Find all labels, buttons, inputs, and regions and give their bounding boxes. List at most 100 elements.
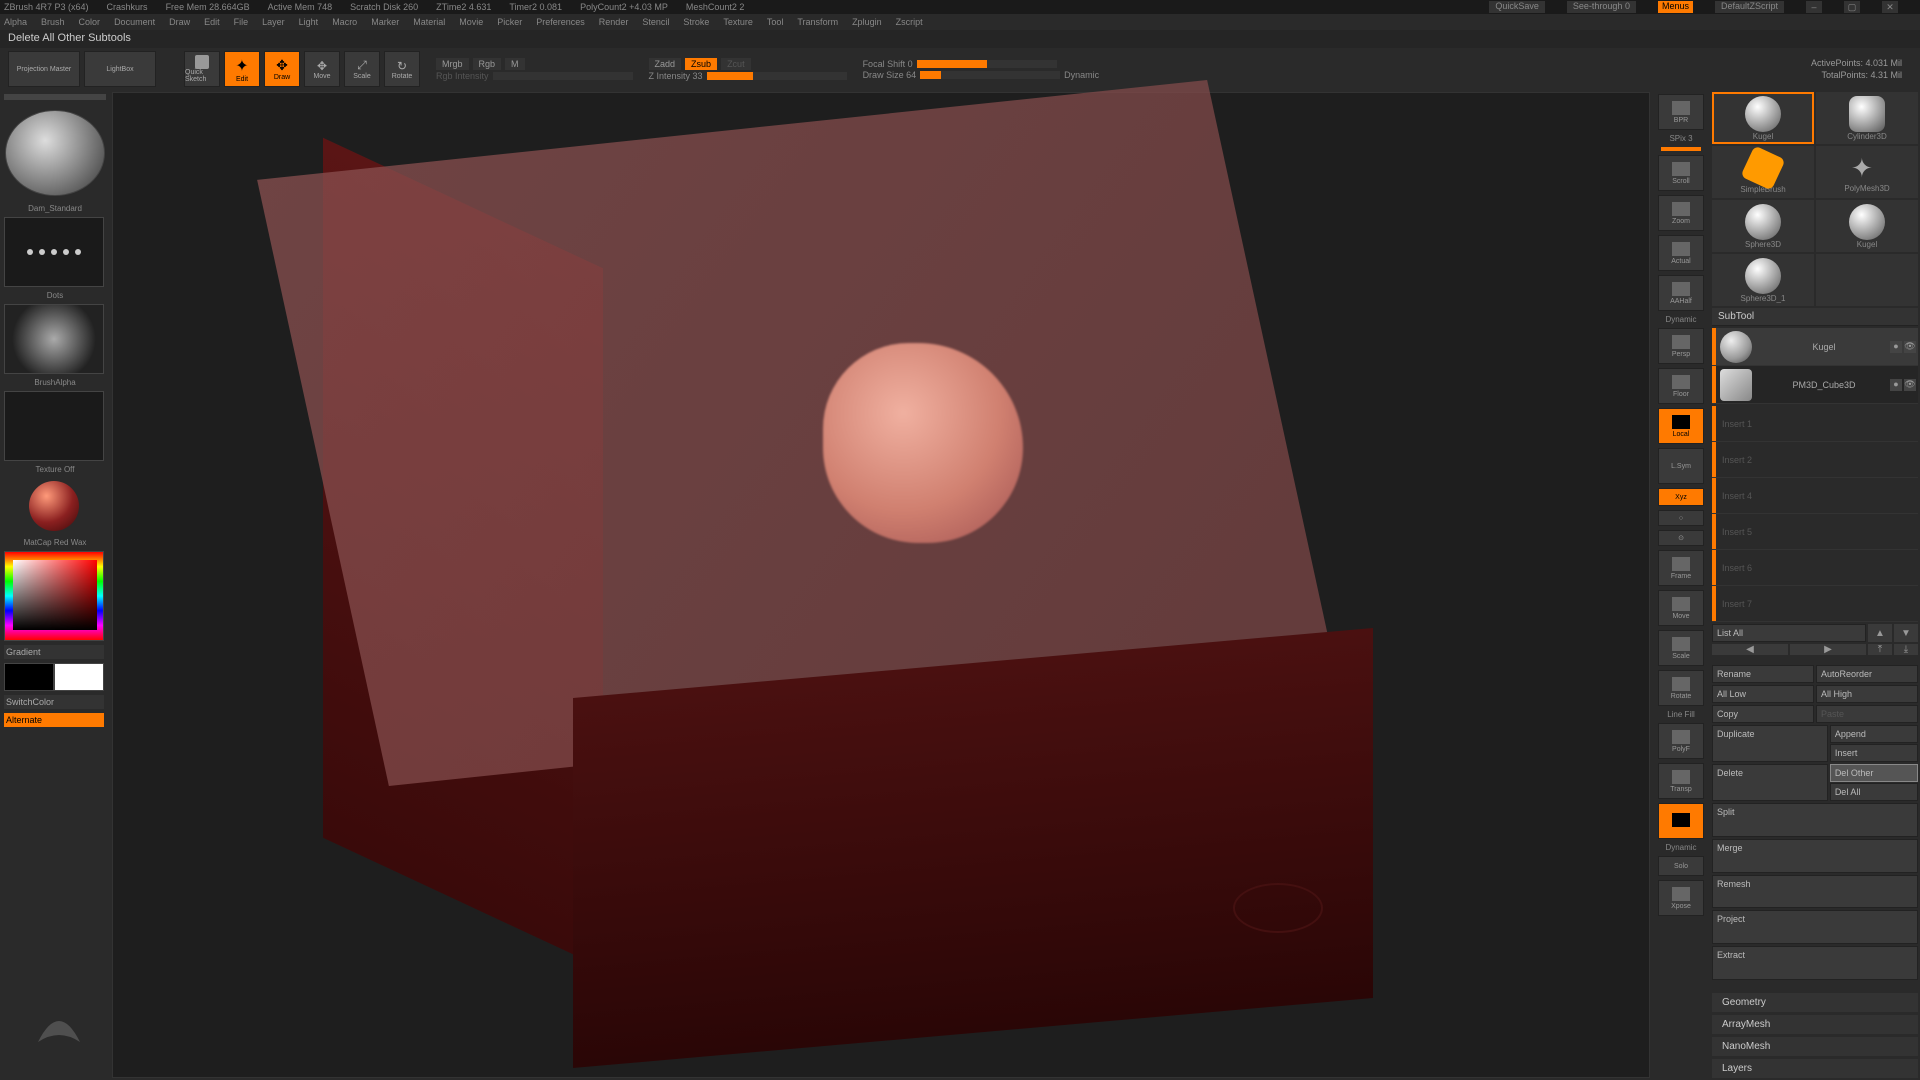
subtool-slot[interactable]: Insert 1	[1712, 406, 1918, 442]
quicksketch-button[interactable]: Quick Sketch	[184, 51, 220, 87]
actual-button[interactable]: Actual	[1658, 235, 1704, 271]
transp-button[interactable]: Transp	[1658, 763, 1704, 799]
scroll-button[interactable]: Scroll	[1658, 155, 1704, 191]
movehand-button[interactable]: Move	[1658, 590, 1704, 626]
rename-button[interactable]: Rename	[1712, 665, 1814, 683]
delother-button[interactable]: Del Other	[1830, 764, 1918, 782]
menu-transform[interactable]: Transform	[797, 17, 838, 27]
menu-zscript[interactable]: Zscript	[896, 17, 923, 27]
allhigh-button[interactable]: All High	[1816, 685, 1918, 703]
menu-movie[interactable]: Movie	[459, 17, 483, 27]
subtool-slot[interactable]: Insert 7	[1712, 586, 1918, 622]
nanomesh-section[interactable]: NanoMesh	[1712, 1037, 1918, 1056]
alpha-preview[interactable]	[4, 304, 104, 374]
window-min-icon[interactable]: –	[1806, 1, 1822, 13]
duplicate-button[interactable]: Duplicate	[1712, 725, 1828, 762]
window-close-icon[interactable]: ✕	[1882, 1, 1898, 13]
brush-preview[interactable]	[5, 110, 105, 196]
draw-button[interactable]: ✥Draw	[264, 51, 300, 87]
lightbox-button[interactable]: LightBox	[84, 51, 156, 87]
solo-button[interactable]: Solo	[1658, 856, 1704, 876]
seethrough-slider[interactable]: See-through 0	[1567, 1, 1636, 13]
mrgb-toggle[interactable]: Mrgb	[436, 58, 469, 70]
lsym-button[interactable]: L.Sym	[1658, 448, 1704, 484]
split-button[interactable]: Split	[1712, 803, 1918, 837]
subtool-item-kugel[interactable]: Kugel ●👁	[1712, 328, 1918, 366]
eye-icon[interactable]: 👁	[1904, 379, 1916, 391]
tool-kugel[interactable]: Kugel	[1712, 92, 1814, 144]
delete-button[interactable]: Delete	[1712, 764, 1828, 801]
texture-preview[interactable]	[4, 391, 104, 461]
tool-sphere3d-1[interactable]: Sphere3D_1	[1712, 254, 1814, 306]
floor-button[interactable]: Floor	[1658, 368, 1704, 404]
window-max-icon[interactable]: ▢	[1844, 1, 1860, 13]
rgb-intensity-slider[interactable]	[493, 72, 633, 80]
merge-button[interactable]: Merge	[1712, 839, 1918, 873]
moveup-button[interactable]: ▲	[1868, 624, 1892, 642]
tool-polymesh[interactable]: ✦PolyMesh3D	[1816, 146, 1918, 198]
nav-prev[interactable]: ◀	[1712, 644, 1788, 655]
menus-toggle[interactable]: Menus	[1658, 1, 1693, 13]
listall-button[interactable]: List All	[1712, 624, 1866, 642]
rotate2-button[interactable]: Rotate	[1658, 670, 1704, 706]
remesh-button[interactable]: Remesh	[1712, 875, 1918, 909]
xpose-button[interactable]: Xpose	[1658, 880, 1704, 916]
menu-zplugin[interactable]: Zplugin	[852, 17, 882, 27]
viewport[interactable]	[112, 92, 1650, 1078]
tool-kugel2[interactable]: Kugel	[1816, 200, 1918, 252]
append-button[interactable]: Append	[1830, 725, 1918, 743]
zsub-toggle[interactable]: Zsub	[685, 58, 717, 70]
menu-stroke[interactable]: Stroke	[683, 17, 709, 27]
polyf-button[interactable]: PolyF	[1658, 723, 1704, 759]
zoom-button[interactable]: Zoom	[1658, 195, 1704, 231]
frame-button[interactable]: Frame	[1658, 550, 1704, 586]
tool-cylinder[interactable]: Cylinder3D	[1816, 92, 1918, 144]
projection-master-button[interactable]: Projection Master	[8, 51, 80, 87]
primary-color-swatch[interactable]	[54, 663, 104, 691]
secondary-color-swatch[interactable]	[4, 663, 54, 691]
draw-size-slider[interactable]	[920, 71, 1060, 79]
persp-button[interactable]: Persp	[1658, 328, 1704, 364]
stroke-preview[interactable]	[4, 217, 104, 287]
subtool-slot[interactable]: Insert 4	[1712, 478, 1918, 514]
movetop-button[interactable]: ⤒	[1868, 644, 1892, 655]
move-button[interactable]: ✥Move	[304, 51, 340, 87]
menu-picker[interactable]: Picker	[497, 17, 522, 27]
gradient-toggle[interactable]: Gradient	[4, 645, 104, 659]
layers-section[interactable]: Layers	[1712, 1059, 1918, 1078]
dynamic-label[interactable]: Dynamic	[1064, 70, 1100, 80]
nav-next[interactable]: ▶	[1790, 644, 1866, 655]
menu-render[interactable]: Render	[599, 17, 629, 27]
subtool-slot[interactable]: Insert 2	[1712, 442, 1918, 478]
menu-layer[interactable]: Layer	[262, 17, 285, 27]
alllow-button[interactable]: All Low	[1712, 685, 1814, 703]
subtool-slot[interactable]: Insert 5	[1712, 514, 1918, 550]
rotate-button[interactable]: ↻Rotate	[384, 51, 420, 87]
aahalf-button[interactable]: AAHalf	[1658, 275, 1704, 311]
menu-texture[interactable]: Texture	[723, 17, 753, 27]
spix-slider[interactable]: SPix 3	[1669, 134, 1692, 143]
menu-stencil[interactable]: Stencil	[642, 17, 669, 27]
menu-brush[interactable]: Brush	[41, 17, 65, 27]
menu-alpha[interactable]: Alpha	[4, 17, 27, 27]
bpr-button[interactable]: BPR	[1658, 94, 1704, 130]
subtool-header[interactable]: SubTool	[1712, 308, 1918, 326]
tool-simplebrush[interactable]: SimpleBrush	[1712, 146, 1814, 198]
z-intensity-slider[interactable]	[707, 72, 847, 80]
menu-document[interactable]: Document	[114, 17, 155, 27]
edit-button[interactable]: ✦Edit	[224, 51, 260, 87]
arraymesh-section[interactable]: ArrayMesh	[1712, 1015, 1918, 1034]
menu-draw[interactable]: Draw	[169, 17, 190, 27]
material-preview[interactable]	[4, 478, 104, 534]
movedown-button[interactable]: ▼	[1894, 624, 1918, 642]
menu-color[interactable]: Color	[79, 17, 101, 27]
alternate-button[interactable]: Alternate	[4, 713, 104, 727]
eye-icon[interactable]: 👁	[1904, 341, 1916, 353]
paint-icon[interactable]: ●	[1890, 379, 1902, 391]
pivot-button[interactable]: ○	[1658, 510, 1704, 526]
movebottom-button[interactable]: ⤓	[1894, 644, 1918, 655]
menu-tool[interactable]: Tool	[767, 17, 784, 27]
menu-edit[interactable]: Edit	[204, 17, 220, 27]
switchcolor-button[interactable]: SwitchColor	[4, 695, 104, 709]
menu-light[interactable]: Light	[299, 17, 319, 27]
